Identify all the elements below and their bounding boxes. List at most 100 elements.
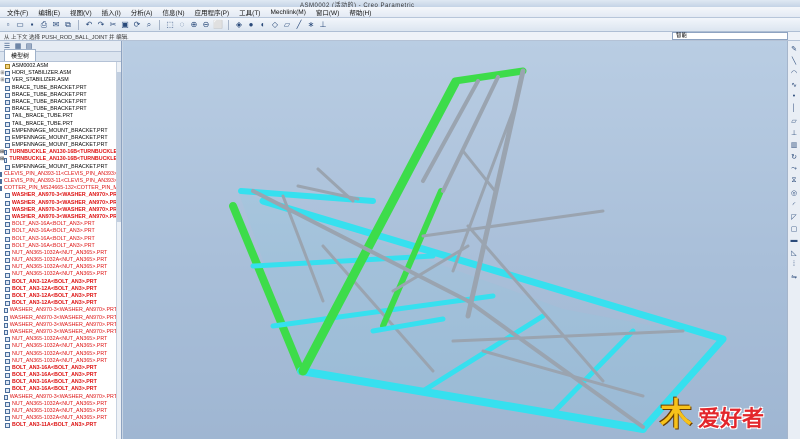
tree-item[interactable]: NUT_AN365-1032A<NUT_AN365>.PRT bbox=[0, 351, 117, 358]
tree-item[interactable]: BOLT_AN3-16A<BOLT_AN3>.PRT bbox=[0, 228, 117, 235]
tree-item[interactable]: COTTER_PIN_MS24665-132<COTTER_PIN_M bbox=[0, 185, 117, 192]
csys-icon[interactable]: ⊥ bbox=[790, 128, 799, 137]
tree-item[interactable]: WASHER_AN970-3<WASHER_AN970>.PR bbox=[0, 207, 117, 214]
menu-item[interactable]: 编辑(E) bbox=[33, 7, 65, 17]
rib-icon[interactable]: ▬ bbox=[790, 236, 799, 245]
tree-item[interactable]: ⊞ HORI_STABILIZER.ASM bbox=[0, 70, 117, 77]
revolve-icon[interactable]: ↻ bbox=[790, 152, 799, 161]
tree-item[interactable]: NUT_AN365-1032A<NUT_AN365>.PRT bbox=[0, 408, 117, 415]
tree-item[interactable]: BRACE_TUBE_BRACKET.PRT bbox=[0, 85, 117, 92]
zoom-in-icon[interactable]: ⊕ bbox=[189, 20, 199, 30]
save-icon[interactable]: ▪ bbox=[27, 20, 37, 30]
selection-filter[interactable]: 智能 bbox=[672, 32, 788, 40]
tree-item[interactable]: EMPENNAGE_MOUNT_BRACKET.PRT bbox=[0, 135, 117, 142]
tree-item[interactable]: CLEVIS_PIN_AN393-11<CLEVIS_PIN_AN393> bbox=[0, 171, 117, 178]
undo-icon[interactable]: ↶ bbox=[84, 20, 94, 30]
zoom-out-icon[interactable]: ⊖ bbox=[201, 20, 211, 30]
tree-item[interactable]: BOLT_AN3-16A<BOLT_AN3>.PRT bbox=[0, 243, 117, 250]
wireframe-icon[interactable]: ◇ bbox=[270, 20, 280, 30]
pattern-icon[interactable]: ⁞ bbox=[790, 260, 799, 269]
tree-item[interactable]: BOLT_AN3-12A<BOLT_AN3>.PRT bbox=[0, 293, 117, 300]
line-icon[interactable]: ╲ bbox=[790, 56, 799, 65]
tree-item[interactable]: NUT_AN365-1032A<NUT_AN365>.PRT bbox=[0, 336, 117, 343]
tree-item[interactable]: BOLT_AN3-12A<BOLT_AN3>.PRT bbox=[0, 279, 117, 286]
tree-item[interactable]: ⊞ VER_STABILIZER.ASM bbox=[0, 77, 117, 84]
arc-icon[interactable]: ◠ bbox=[790, 68, 799, 77]
copy-icon[interactable]: ⧉ bbox=[63, 20, 73, 30]
tree-item[interactable]: EMPENNAGE_MOUNT_BRACKET.PRT bbox=[0, 142, 117, 149]
tree-item[interactable]: NUT_AN365-1032A<NUT_AN365>.PRT bbox=[0, 264, 117, 271]
redo-icon[interactable]: ↷ bbox=[96, 20, 106, 30]
datum-point-icon[interactable]: ∗ bbox=[306, 20, 316, 30]
axis-icon[interactable]: │ bbox=[790, 104, 799, 113]
tree-item[interactable]: NUT_AN365-1032A<NUT_AN365>.PRT bbox=[0, 343, 117, 350]
email-icon[interactable]: ✉ bbox=[51, 20, 61, 30]
tree-item[interactable]: BOLT_AN3-12A<BOLT_AN3>.PRT bbox=[0, 300, 117, 307]
datum-axis-icon[interactable]: ╱ bbox=[294, 20, 304, 30]
scrollbar-thumb[interactable] bbox=[117, 72, 121, 222]
menu-item[interactable]: 分析(A) bbox=[126, 7, 158, 17]
graphics-viewport[interactable] bbox=[123, 41, 787, 439]
tree-item[interactable]: WASHER_AN970-3<WASHER_AN970>.PR bbox=[0, 192, 117, 199]
tree-item[interactable]: WASHER_AN970-3<WASHER_AN970>.PR bbox=[0, 214, 117, 221]
repaint-icon[interactable]: ◌ bbox=[177, 20, 187, 30]
tree-item[interactable]: ⊞ TURNBUCKLE_AN130-16B<TURNBUCKLE bbox=[0, 149, 117, 156]
hole-icon[interactable]: ◎ bbox=[790, 188, 799, 197]
tree-item[interactable]: NUT_AN365-1032A<NUT_AN365>.PRT bbox=[0, 271, 117, 278]
round-icon[interactable]: ◜ bbox=[790, 200, 799, 209]
tree-item[interactable]: WASHER_AN970-3<WASHER_AN970>.PR bbox=[0, 200, 117, 207]
tree-item[interactable]: BRACE_TUBE_BRACKET.PRT bbox=[0, 99, 117, 106]
menu-item[interactable]: 视图(V) bbox=[65, 7, 97, 17]
draft-icon[interactable]: ◺ bbox=[790, 248, 799, 257]
tree-item[interactable]: BOLT_AN3-16A<BOLT_AN3>.PRT bbox=[0, 386, 117, 393]
menu-item[interactable]: 帮助(H) bbox=[344, 7, 376, 17]
shell-icon[interactable]: ▢ bbox=[790, 224, 799, 233]
tree-item[interactable]: ASM0002.ASM bbox=[0, 63, 117, 70]
tree-item[interactable]: BOLT_AN3-16A<BOLT_AN3>.PRT bbox=[0, 379, 117, 386]
new-icon[interactable]: ▫ bbox=[3, 20, 13, 30]
extrude-icon[interactable]: ▥ bbox=[790, 140, 799, 149]
tree-item[interactable]: BOLT_AN3-11A<BOLT_AN3>.PRT bbox=[0, 422, 117, 429]
tree-item[interactable]: WASHER_AN970-3<WASHER_AN970>.PRT bbox=[0, 329, 117, 336]
chamfer-icon[interactable]: ◸ bbox=[790, 212, 799, 221]
print-icon[interactable]: ⎙ bbox=[39, 20, 49, 30]
tree-item[interactable]: NUT_AN365-1032A<NUT_AN365>.PRT bbox=[0, 257, 117, 264]
tree-item[interactable]: BRACE_TUBE_BRACKET.PRT bbox=[0, 92, 117, 99]
menu-item[interactable]: Mechlink(M) bbox=[265, 9, 310, 16]
hidden-line-icon[interactable]: ◐ bbox=[258, 20, 268, 30]
menu-item[interactable]: 窗口(W) bbox=[311, 7, 344, 17]
tree-item[interactable]: WASHER_AN970-3<WASHER_AN970>.PRT bbox=[0, 307, 117, 314]
spline-icon[interactable]: ∿ bbox=[790, 80, 799, 89]
tab-model-tree[interactable]: 模型树 bbox=[4, 49, 37, 61]
cut-icon[interactable]: ✂ bbox=[108, 20, 118, 30]
tree-item[interactable]: CLEVIS_PIN_AN393-11<CLEVIS_PIN_AN393> bbox=[0, 178, 117, 185]
orient-icon[interactable]: ◈ bbox=[234, 20, 244, 30]
open-icon[interactable]: ▭ bbox=[15, 20, 25, 30]
find-icon[interactable]: ⌕ bbox=[144, 20, 154, 30]
tree-item[interactable]: WASHER_AN970-3<WASHER_AN970>.PRT bbox=[0, 315, 117, 322]
tree-item[interactable]: WASHER_AN970-3<WASHER_AN970>.PRT bbox=[0, 322, 117, 329]
tree-item[interactable]: BOLT_AN3-16A<BOLT_AN3>.PRT bbox=[0, 372, 117, 379]
point-icon[interactable]: • bbox=[790, 92, 799, 101]
tree-item[interactable]: WASHER_AN970-3<WASHER_AN970>.PRT bbox=[0, 394, 117, 401]
sweep-icon[interactable]: ⤳ bbox=[790, 164, 799, 173]
csys-icon[interactable]: ⊥ bbox=[318, 20, 328, 30]
model-tree-scrollbar[interactable] bbox=[116, 62, 121, 439]
plane-icon[interactable]: ▱ bbox=[790, 116, 799, 125]
tree-item[interactable]: BOLT_AN3-12A<BOLT_AN3>.PRT bbox=[0, 286, 117, 293]
regenerate-icon[interactable]: ⟳ bbox=[132, 20, 142, 30]
tree-item[interactable]: BOLT_AN3-16A<BOLT_AN3>.PRT bbox=[0, 365, 117, 372]
tree-item[interactable]: TAIL_BRACE_TUBE.PRT bbox=[0, 121, 117, 128]
mirror-icon[interactable]: ⇋ bbox=[790, 272, 799, 281]
tree-item[interactable]: NUT_AN365-1032A<NUT_AN365>.PRT bbox=[0, 401, 117, 408]
menu-item[interactable]: 信息(N) bbox=[157, 7, 189, 17]
tree-item[interactable]: BOLT_AN3-16A<BOLT_AN3>.PRT bbox=[0, 221, 117, 228]
tree-item[interactable]: BOLT_AN3-16A<BOLT_AN3>.PRT bbox=[0, 236, 117, 243]
menu-item[interactable]: 应用程序(P) bbox=[190, 7, 235, 17]
refit-icon[interactable]: ⬜ bbox=[213, 20, 223, 30]
tree-item[interactable]: BRACE_TUBE_BRACKET.PRT bbox=[0, 106, 117, 113]
menu-item[interactable]: 插入(I) bbox=[97, 7, 126, 17]
tree-item[interactable]: NUT_AN365-1032A<NUT_AN365>.PRT bbox=[0, 415, 117, 422]
datum-plane-icon[interactable]: ▱ bbox=[282, 20, 292, 30]
tree-item[interactable]: TAIL_BRACE_TUBE.PRT bbox=[0, 113, 117, 120]
